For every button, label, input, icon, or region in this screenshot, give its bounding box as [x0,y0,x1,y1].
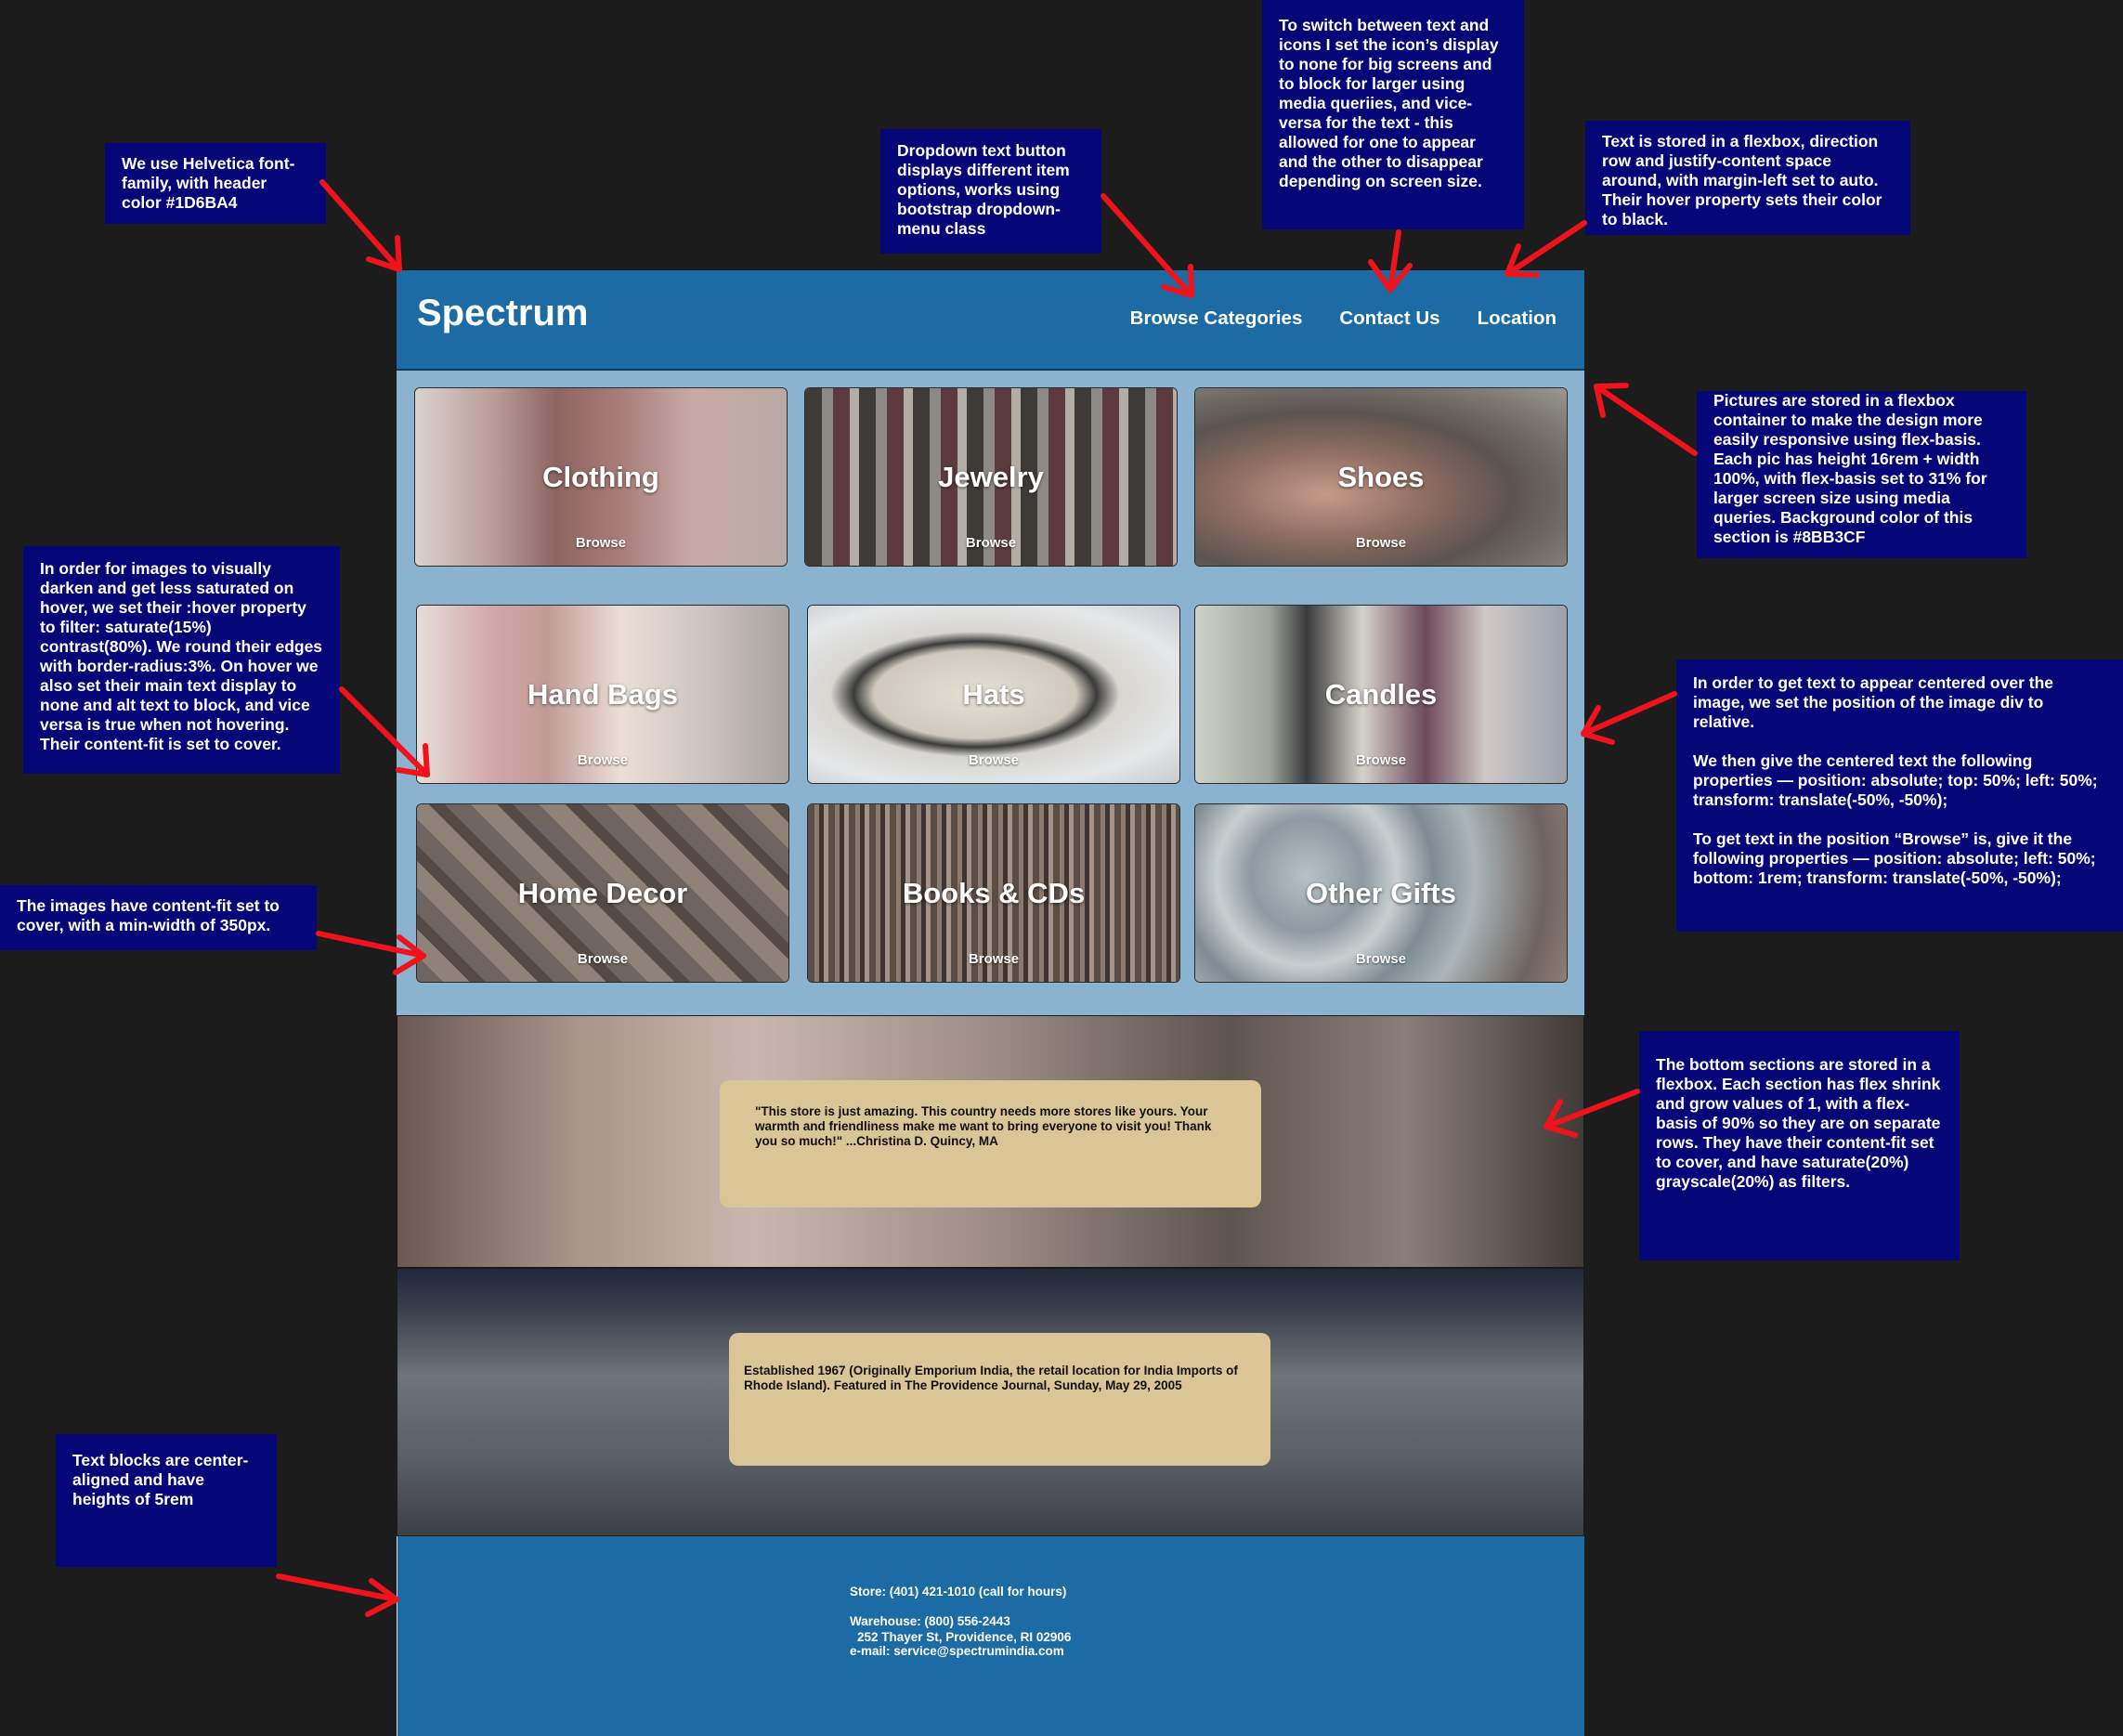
category-tile-other-gifts[interactable]: Other Gifts Browse [1194,803,1568,983]
history-text-block: Established 1967 (Originally Emporium In… [729,1333,1270,1466]
tile-title: Clothing [542,460,659,493]
tile-browse-label: Browse [968,951,1020,967]
category-tile-hand-bags[interactable]: Hand Bags Browse [416,605,789,784]
nav-location[interactable]: Location [1478,307,1556,330]
testimonial-section: "This store is just amazing. This countr… [397,1015,1584,1268]
website-mockup: Spectrum Browse Categories Contact Us Lo… [397,270,1584,1736]
footer-warehouse-phone: Warehouse: (800) 556-2443 [850,1614,1010,1628]
category-tile-books-cds[interactable]: Books & CDs Browse [807,803,1180,983]
brand-logo[interactable]: Spectrum [417,293,589,334]
arrow-flexbox-text [1504,220,1587,278]
tile-browse-label: Browse [577,752,629,768]
testimonial-text-block: "This store is just amazing. This countr… [720,1080,1261,1207]
tile-title: Hand Bags [527,677,678,711]
tile-title: Candles [1324,677,1438,711]
note-bottom-sections: The bottom sections are stored in a flex… [1639,1031,1960,1260]
footer-store-phone: Store: (401) 421-1010 (call for hours) [850,1585,1067,1599]
note-pictures-flexbox: Pictures are stored in a flexbox contain… [1697,391,2026,558]
category-tile-candles[interactable]: Candles Browse [1194,605,1568,784]
tile-title: Shoes [1337,460,1425,493]
tile-title: Other Gifts [1306,876,1456,909]
tile-browse-label: Browse [968,752,1020,768]
tile-title: Home Decor [517,876,688,909]
note-content-fit: The images have content-fit set to cover… [0,885,317,950]
tile-browse-label: Browse [1355,752,1407,768]
tile-title: Books & CDs [902,876,1086,909]
category-tile-home-decor[interactable]: Home Decor Browse [416,803,789,983]
category-tile-shoes[interactable]: Shoes Browse [1194,387,1568,567]
tile-browse-label: Browse [1355,535,1407,551]
nav-browse-categories[interactable]: Browse Categories [1130,307,1303,330]
note-dropdown: Dropdown text button displays different … [880,129,1101,254]
note-font-family: We use Helvetica font-family, with heade… [105,143,326,224]
tile-browse-label: Browse [577,951,629,967]
note-centered-text: In order to get text to appear centered … [1676,659,2123,932]
arrow-text-blocks [276,1573,399,1617]
note-icons-switch: To switch between text and icons I set t… [1262,0,1524,229]
arrow-font-family [319,179,402,272]
note-flexbox-text: Text is stored in a flexbox, direction r… [1585,121,1910,235]
tile-title: Hats [962,677,1025,711]
category-tile-jewelry[interactable]: Jewelry Browse [804,387,1178,567]
arrow-centered-text [1581,691,1677,745]
footer-email-link[interactable]: e-mail: service@spectrumindia.com [850,1644,1066,1659]
tile-browse-label: Browse [1355,951,1407,967]
arrow-pictures [1594,383,1698,456]
nav-contact-us[interactable]: Contact Us [1339,307,1439,330]
tile-title: Jewelry [938,460,1044,493]
history-section: Established 1967 (Originally Emporium In… [397,1268,1584,1536]
nav-bar: Browse Categories Contact Us Location [1130,307,1556,330]
tile-browse-label: Browse [575,535,627,551]
site-header: Spectrum Browse Categories Contact Us Lo… [397,270,1584,371]
footer-address: 252 Thayer St, Providence, RI 02906 [857,1630,1072,1644]
note-hover-filter: In order for images to visually darken a… [23,546,340,774]
category-tile-hats[interactable]: Hats Browse [807,605,1180,784]
site-footer: Store: (401) 421-1010 (call for hours) W… [397,1536,1584,1736]
note-text-blocks: Text blocks are center-aligned and have … [56,1434,277,1567]
tile-browse-label: Browse [965,535,1017,551]
footer-contact: Store: (401) 421-1010 (call for hours) W… [850,1570,1066,1674]
category-tile-clothing[interactable]: Clothing Browse [414,387,788,567]
